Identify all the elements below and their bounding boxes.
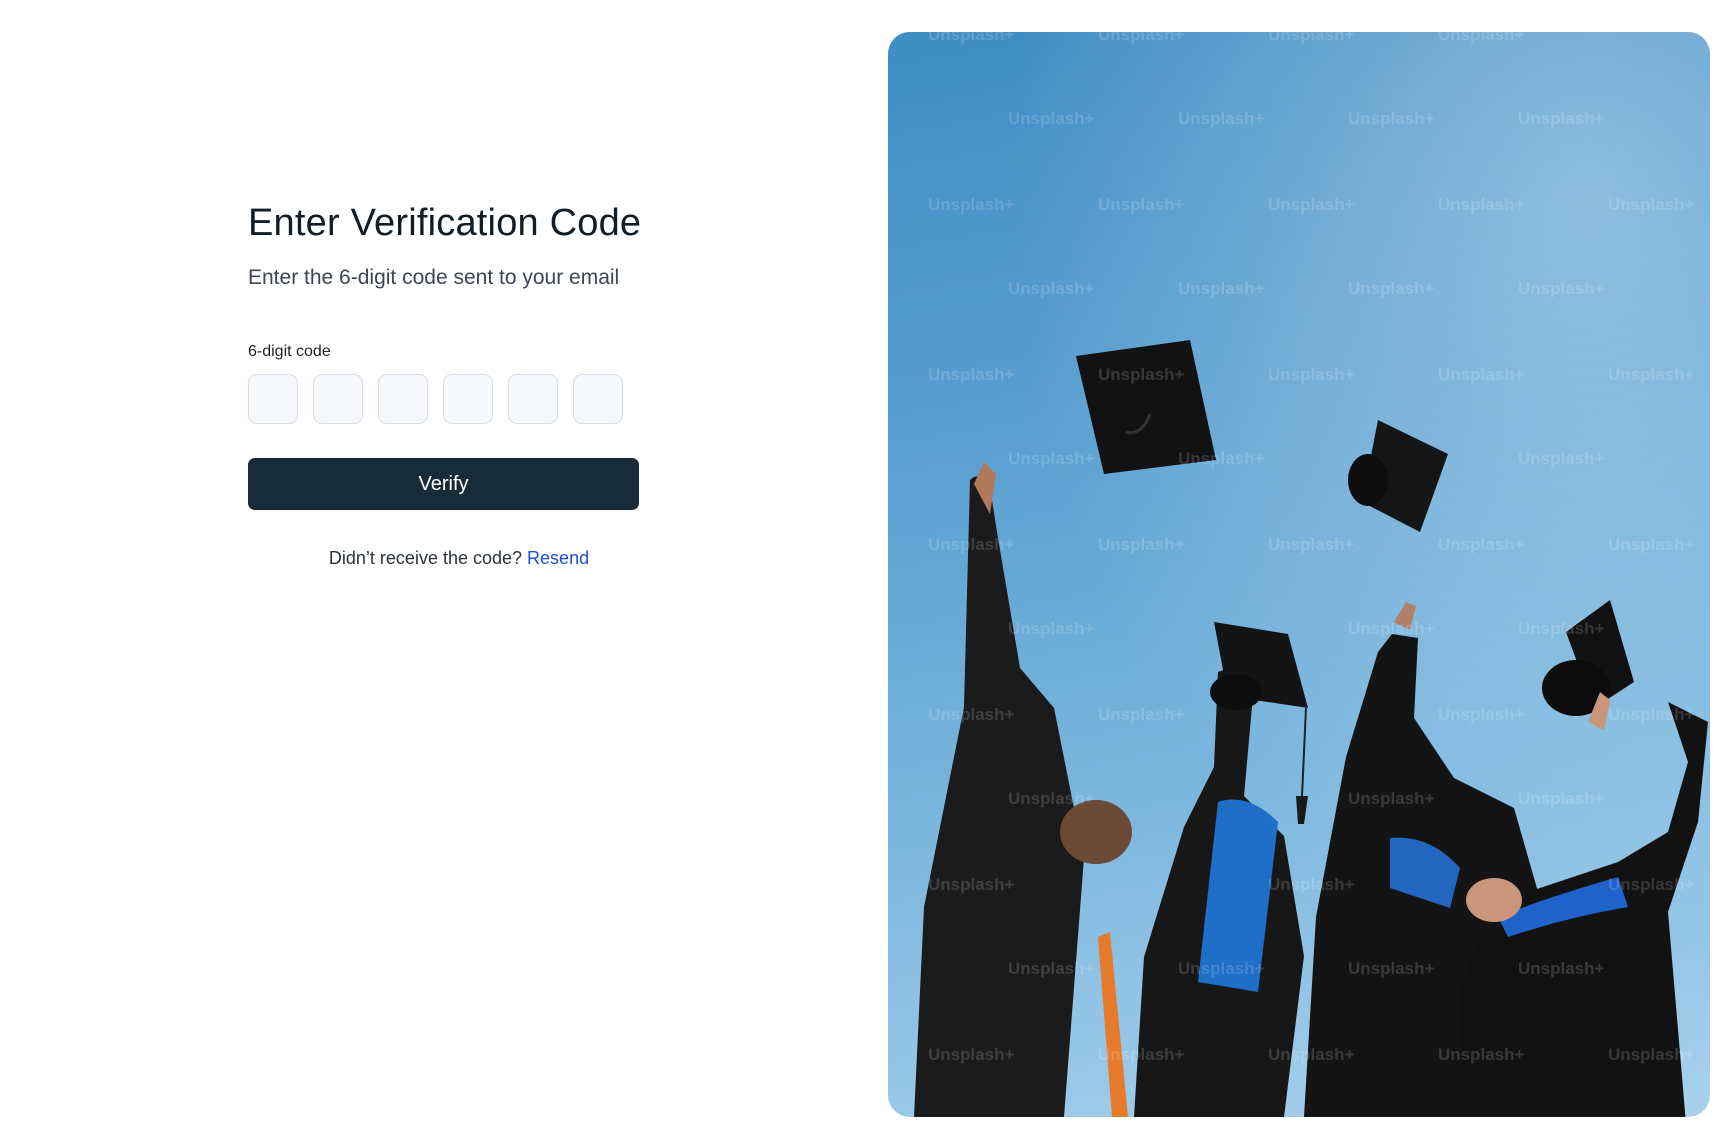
watermark-text: Unsplash+ [1518, 959, 1605, 978]
watermark-text: Unsplash+ [1438, 705, 1525, 724]
watermark-text: Unsplash+ [1348, 109, 1435, 128]
watermark-text: Unsplash+ [1178, 449, 1265, 468]
watermark-text: Unsplash+ [928, 875, 1015, 894]
watermark-text: Unsplash+ [1098, 365, 1185, 384]
watermark-text: Unsplash+ [1348, 959, 1435, 978]
watermark-text: Unsplash+ [1008, 109, 1095, 128]
resend-link[interactable]: Resend [527, 548, 589, 568]
code-label: 6-digit code [248, 343, 331, 360]
graduation-illustration: Unsplash+ Unsplash+ Unsplash+ Unsplash+ … [888, 32, 1710, 1117]
watermark-text: Unsplash+ [1348, 789, 1435, 808]
graduation-photo: Unsplash+ Unsplash+ Unsplash+ Unsplash+ … [888, 32, 1710, 1117]
code-digit-6[interactable] [573, 374, 623, 424]
page-title: Enter Verification Code [248, 202, 642, 244]
watermark-text: Unsplash+ [1268, 195, 1355, 214]
code-input-row [248, 374, 648, 424]
watermark-text: Unsplash+ [1008, 279, 1095, 298]
watermark-text: Unsplash+ [1438, 365, 1525, 384]
watermark-text: Unsplash+ [1268, 365, 1355, 384]
watermark-text: Unsplash+ [1438, 535, 1525, 554]
watermark-text: Unsplash+ [1608, 1045, 1695, 1064]
watermark-text: Unsplash+ [1518, 449, 1605, 468]
watermark-text: Unsplash+ [1268, 535, 1355, 554]
watermark-text: Unsplash+ [1008, 449, 1095, 468]
watermark-text: Unsplash+ [1098, 32, 1185, 44]
watermark-text: Unsplash+ [1178, 279, 1265, 298]
watermark-text: Unsplash+ [1008, 789, 1095, 808]
watermark-text: Unsplash+ [1098, 705, 1185, 724]
watermark-text: Unsplash+ [1608, 705, 1695, 724]
watermark-text: Unsplash+ [1098, 1045, 1185, 1064]
code-digit-3[interactable] [378, 374, 428, 424]
code-digit-1[interactable] [248, 374, 298, 424]
watermark-text: Unsplash+ [1008, 619, 1095, 638]
watermark-text: Unsplash+ [1518, 279, 1605, 298]
watermark-text: Unsplash+ [1008, 959, 1095, 978]
watermark-text: Unsplash+ [1608, 535, 1695, 554]
watermark-text: Unsplash+ [1098, 535, 1185, 554]
watermark-text: Unsplash+ [1098, 195, 1185, 214]
watermark-text: Unsplash+ [1438, 195, 1525, 214]
verification-form: Enter Verification Code Enter the 6-digi… [248, 200, 648, 569]
verify-button[interactable]: Verify [248, 458, 639, 510]
watermark-text: Unsplash+ [1518, 619, 1605, 638]
watermark-text: Unsplash+ [1438, 32, 1525, 44]
watermark-text: Unsplash+ [1608, 195, 1695, 214]
watermark-text: Unsplash+ [1518, 789, 1605, 808]
watermark-text: Unsplash+ [1178, 959, 1265, 978]
watermark-text: Unsplash+ [928, 195, 1015, 214]
watermark-text: Unsplash+ [1178, 109, 1265, 128]
page-subtitle: Enter the 6-digit code sent to your emai… [248, 266, 620, 289]
watermark-text: Unsplash+ [1268, 32, 1355, 44]
watermark-text: Unsplash+ [928, 32, 1015, 44]
watermark-text: Unsplash+ [1268, 875, 1355, 894]
watermark-text: Unsplash+ [1608, 365, 1695, 384]
watermark-text: Unsplash+ [928, 365, 1015, 384]
watermark-text: Unsplash+ [1438, 1045, 1525, 1064]
watermark-text: Unsplash+ [1348, 279, 1435, 298]
watermark-text: Unsplash+ [1518, 109, 1605, 128]
watermark-text: Unsplash+ [1268, 1045, 1355, 1064]
watermark-text: Unsplash+ [1348, 619, 1435, 638]
code-digit-5[interactable] [508, 374, 558, 424]
watermark-text: Unsplash+ [928, 705, 1015, 724]
code-digit-2[interactable] [313, 374, 363, 424]
watermark-text: Unsplash+ [928, 1045, 1015, 1064]
watermark-text: Unsplash+ [1608, 875, 1695, 894]
watermark-text: Unsplash+ [928, 535, 1015, 554]
code-digit-4[interactable] [443, 374, 493, 424]
resend-row: Didn’t receive the code? Resend [248, 548, 670, 569]
resend-prompt: Didn’t receive the code? [328, 548, 523, 568]
